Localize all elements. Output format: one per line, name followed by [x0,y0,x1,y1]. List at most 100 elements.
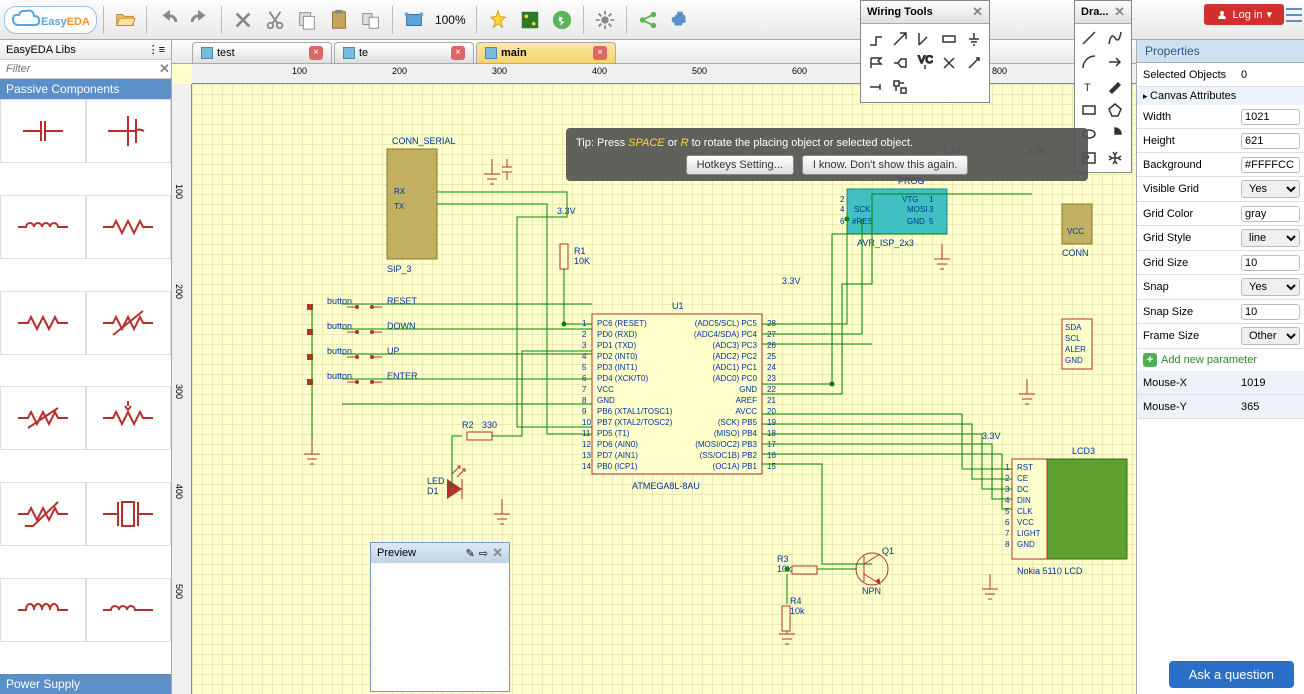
component-inductor[interactable] [0,195,86,259]
probe-icon[interactable] [963,52,985,74]
hamburger-icon[interactable] [1286,8,1302,22]
svg-text:(ADC1) PC1: (ADC1) PC1 [713,363,758,372]
undo-icon[interactable] [153,5,183,35]
share-icon[interactable] [633,5,663,35]
extension-icon[interactable] [665,5,695,35]
cut-icon[interactable] [260,5,290,35]
svg-text:PB6 (XTAL1/TOSC1): PB6 (XTAL1/TOSC1) [597,407,673,416]
component-crystal[interactable] [86,482,172,546]
ask-question-button[interactable]: Ask a question [1169,661,1294,688]
svg-text:PC6 (RESET): PC6 (RESET) [597,319,647,328]
netport-icon[interactable] [889,52,911,74]
svg-text:R1: R1 [574,246,586,256]
arrow-icon[interactable] [1104,51,1126,73]
clone-icon[interactable] [356,5,386,35]
zoom-level[interactable]: 100% [431,13,470,27]
component-coil[interactable] [0,578,86,642]
vcc-icon[interactable]: VCC [914,52,936,74]
netlabel-icon[interactable] [938,28,960,50]
close-icon[interactable]: × [593,46,607,60]
tab-main[interactable]: main× [476,42,616,63]
section-power[interactable]: Power Supply [0,674,171,694]
pin-icon[interactable] [865,76,887,98]
login-button[interactable]: Log in ▾ [1204,4,1284,25]
section-passive[interactable]: Passive Components [0,79,171,99]
tab-te[interactable]: te× [334,42,474,63]
mouse-x-value: 1019 [1237,374,1304,392]
svg-text:PD3 (INT1): PD3 (INT1) [597,363,638,372]
component-varistor[interactable] [0,386,86,450]
add-parameter-button[interactable]: +Add new parameter [1137,349,1304,371]
logo-text-eda: EDA [67,16,90,28]
background-input[interactable] [1241,157,1300,173]
pie-icon[interactable] [1104,123,1126,145]
close-icon[interactable]: × [309,46,323,60]
text-icon[interactable]: T [1078,75,1100,97]
ground-icon[interactable] [963,28,985,50]
component-bead[interactable] [86,578,172,642]
component-resistor[interactable] [0,291,86,355]
settings-icon[interactable] [590,5,620,35]
grid-style-select[interactable]: line [1241,229,1300,247]
tab-test[interactable]: test× [192,42,332,63]
noconnect-icon[interactable] [938,52,960,74]
visible-grid-select[interactable]: Yes [1241,180,1300,198]
open-icon[interactable] [110,5,140,35]
mouse-y-value: 365 [1237,398,1304,416]
freehand-icon[interactable] [1104,75,1126,97]
snap-select[interactable]: Yes [1241,278,1300,296]
svg-text:GND: GND [1065,356,1083,365]
hotkeys-button[interactable]: Hotkeys Setting... [686,155,794,175]
copy-icon[interactable] [292,5,322,35]
width-input[interactable] [1241,109,1300,125]
close-icon[interactable]: ✕ [1114,4,1125,20]
frame-size-select[interactable]: Other [1241,327,1300,345]
component-capacitor[interactable] [0,99,86,163]
run-icon[interactable] [547,5,577,35]
wire-tool-icon[interactable] [865,28,887,50]
logo[interactable]: EasyEDA [4,6,97,34]
svg-text:4: 4 [582,352,587,361]
schematic-icon [485,47,497,59]
pcb-icon[interactable] [515,5,545,35]
snap-size-input[interactable] [1241,304,1300,320]
export-icon[interactable]: ⇨ [479,547,488,560]
drag-icon[interactable] [1104,147,1126,169]
grid-size-input[interactable] [1241,255,1300,271]
height-input[interactable] [1241,133,1300,149]
filter-input[interactable] [0,60,155,78]
close-icon[interactable]: ✕ [972,4,983,20]
delete-icon[interactable] [228,5,258,35]
close-icon[interactable]: × [451,46,465,60]
svg-text:4: 4 [840,205,845,214]
edit-icon[interactable]: ✎ [466,547,475,560]
bus-entry-icon[interactable] [914,28,936,50]
svg-text:3: 3 [929,205,934,214]
svg-text:RX: RX [394,187,406,196]
component-resistor-eu[interactable] [86,195,172,259]
group-icon[interactable] [889,76,911,98]
bezier-icon[interactable] [1104,27,1126,49]
svg-text:VCC: VCC [1017,518,1034,527]
redo-icon[interactable] [185,5,215,35]
rect-icon[interactable] [1078,99,1100,121]
arc-icon[interactable] [1078,51,1100,73]
line-icon[interactable] [1078,27,1100,49]
fit-icon[interactable] [399,5,429,35]
sidebar-menu-icon[interactable]: ⋮≡ [148,43,165,56]
bus-tool-icon[interactable] [889,28,911,50]
component-capacitor-pol[interactable] [86,99,172,163]
close-icon[interactable]: ✕ [492,545,503,561]
grid-color-input[interactable] [1241,206,1300,222]
svg-text:Nokia 5110 LCD: Nokia 5110 LCD [1017,566,1083,576]
svg-text:1: 1 [1005,463,1010,472]
new-icon[interactable] [483,5,513,35]
polygon-icon[interactable] [1104,99,1126,121]
dismiss-tip-button[interactable]: I know. Don't show this again. [802,155,969,175]
paste-icon[interactable] [324,5,354,35]
netflag-icon[interactable] [865,52,887,74]
canvas-attributes-section[interactable]: Canvas Attributes [1137,87,1304,105]
component-potentiometer[interactable] [86,386,172,450]
component-resistor-var[interactable] [86,291,172,355]
component-thermistor[interactable] [0,482,86,546]
